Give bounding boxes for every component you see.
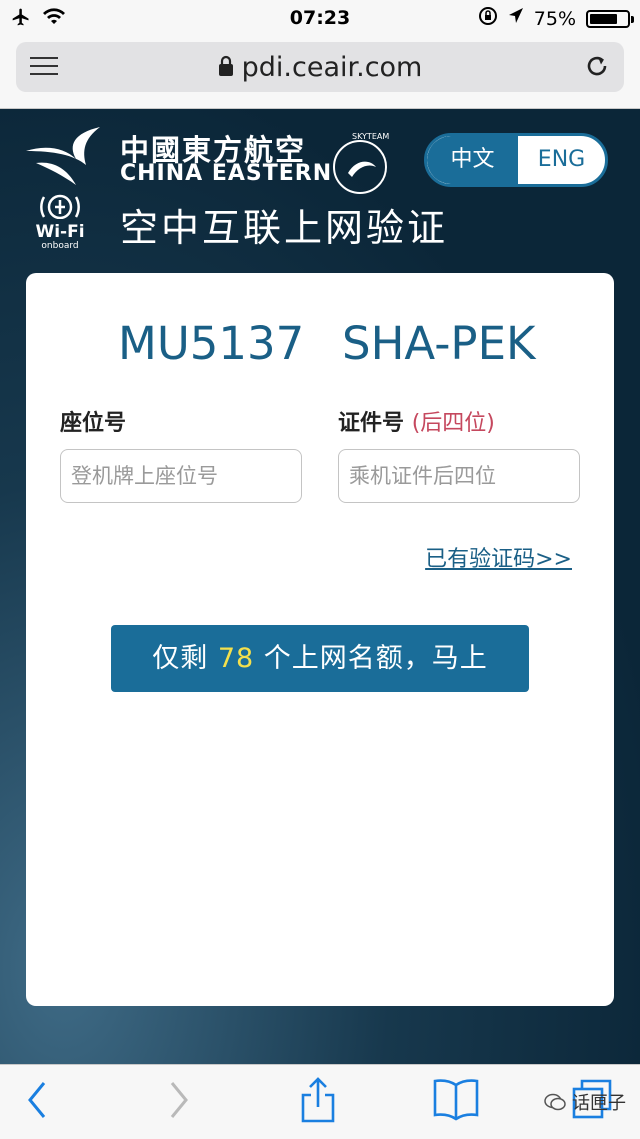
browser-top-bar: pdi.ceair.com	[0, 36, 640, 109]
battery-percent: 75%	[533, 7, 576, 30]
wechat-icon	[544, 1093, 566, 1111]
verification-card: MU5137 SHA-PEK 座位号 证件号 (后四位) 已有验证码>> 仅剩 …	[26, 273, 614, 1006]
svg-text:SKYTEAM: SKYTEAM	[352, 132, 389, 141]
cta-prefix: 仅剩	[152, 643, 209, 674]
flight-number: MU5137	[118, 317, 305, 370]
brand-name-en: CHINA EASTERN	[120, 161, 333, 186]
remaining-count: 78	[217, 643, 255, 674]
flight-route: SHA-PEK	[342, 317, 536, 370]
bookmarks-icon[interactable]	[432, 1077, 480, 1125]
forward-icon[interactable]	[166, 1079, 192, 1125]
reload-icon[interactable]	[584, 53, 610, 83]
china-eastern-logo-icon	[24, 125, 106, 193]
wifi-onboard-icon	[40, 194, 80, 220]
wifi-label: Wi-Fi	[35, 222, 85, 242]
seat-number-input[interactable]	[60, 449, 302, 503]
id-hint: (后四位)	[411, 411, 495, 436]
location-icon	[508, 7, 524, 30]
seat-label: 座位号	[60, 411, 127, 436]
language-toggle[interactable]: 中文 ENG	[424, 133, 608, 187]
lock-icon	[218, 53, 234, 84]
page-title: 空中互联上网验证	[120, 206, 449, 250]
url-bar[interactable]: pdi.ceair.com	[16, 42, 624, 92]
battery-fill	[590, 13, 617, 24]
id-last-four-input[interactable]	[338, 449, 580, 503]
have-code-link[interactable]: 已有验证码>>	[425, 541, 572, 573]
url-text: pdi.ceair.com	[241, 52, 423, 83]
rotation-lock-icon	[478, 6, 498, 31]
battery-icon	[586, 9, 634, 28]
wifi-sub-label: onboard	[41, 241, 79, 251]
lang-cn-button[interactable]: 中文	[427, 136, 518, 184]
share-icon[interactable]	[298, 1075, 338, 1129]
status-bar: 07:23 75%	[0, 0, 640, 36]
url-display[interactable]: pdi.ceair.com	[16, 52, 624, 84]
watermark-text: 话匣子	[572, 1093, 626, 1114]
watermark: 话匣子	[544, 1089, 626, 1115]
skyteam-logo-icon: SKYTEAM	[322, 125, 394, 201]
wifi-onboard-logo: Wi-Fi onboard	[30, 193, 90, 251]
lang-en-button[interactable]: ENG	[518, 136, 605, 184]
back-icon[interactable]	[24, 1079, 50, 1125]
connect-button[interactable]: 仅剩 78 个上网名额，马上	[111, 625, 529, 692]
browser-toolbar: 话匣子	[0, 1064, 640, 1139]
cta-suffix: 个上网名额，马上	[263, 643, 488, 674]
id-label: 证件号 (后四位)	[338, 411, 495, 436]
status-right: 75%	[478, 6, 634, 31]
